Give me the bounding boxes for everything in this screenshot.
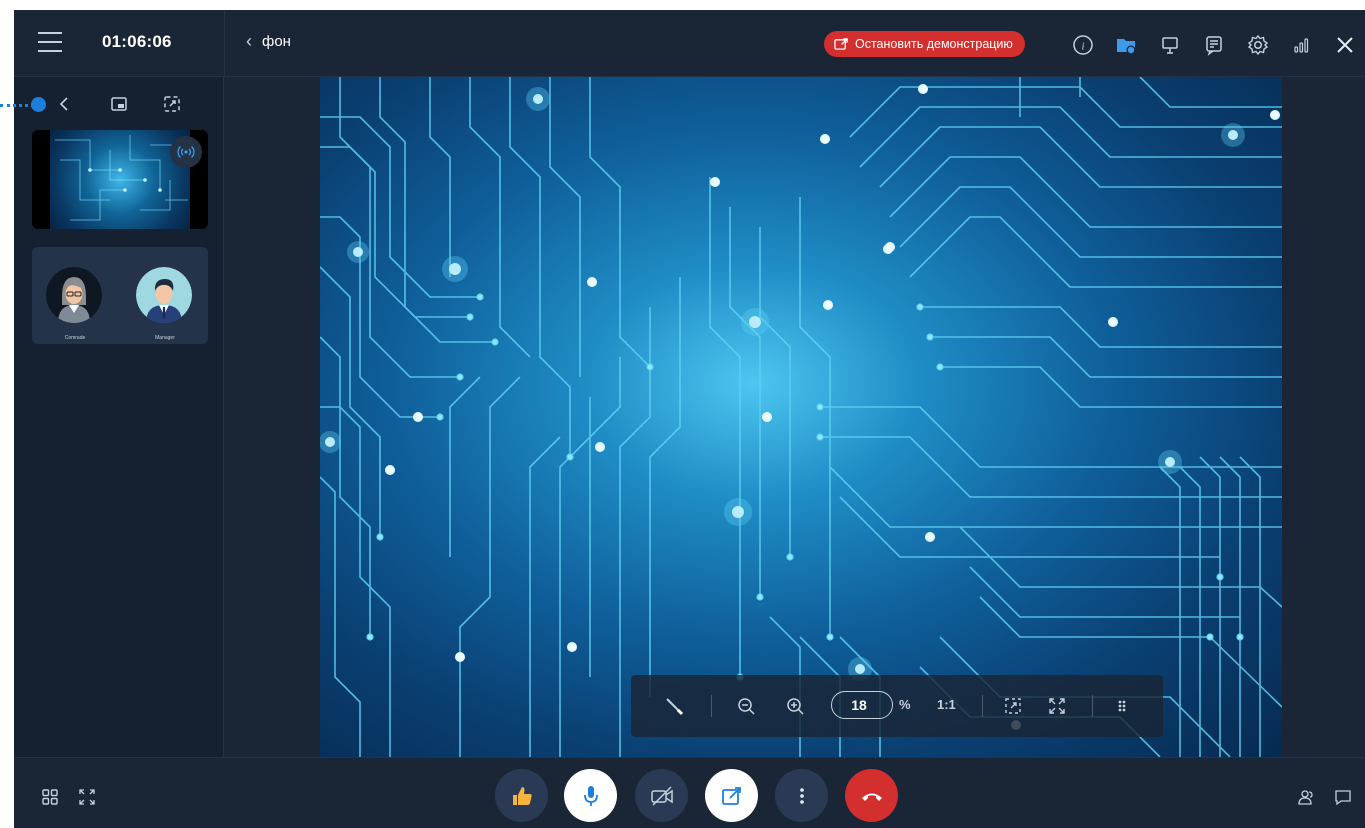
- fullscreen-icon[interactable]: [1044, 693, 1070, 719]
- gear-icon[interactable]: [1245, 32, 1271, 58]
- camera-off-icon[interactable]: [635, 769, 688, 822]
- bottom-bar: [14, 757, 1365, 828]
- presentation-title: фон: [262, 32, 291, 50]
- top-bar: 01:06:06 ‹ фон Остановить демонстрацию i: [14, 10, 1365, 77]
- folder-icon[interactable]: [1113, 32, 1139, 58]
- picture-in-picture-icon[interactable]: [108, 93, 130, 115]
- participants-icon[interactable]: [1295, 786, 1317, 808]
- main-stage: % 1:1: [224, 77, 1365, 757]
- chat-icon[interactable]: [1332, 786, 1354, 808]
- annotation-pointer: [0, 104, 34, 107]
- hamburger-icon[interactable]: [38, 32, 68, 56]
- fullscreen-icon[interactable]: [76, 786, 98, 808]
- drag-handle-icon[interactable]: [1109, 693, 1135, 719]
- back-button[interactable]: ‹ фон: [246, 32, 291, 50]
- divider: [711, 695, 712, 717]
- audio-broadcast-icon: [170, 136, 202, 168]
- laser-pointer-icon[interactable]: [661, 693, 687, 719]
- screen-preview: [50, 130, 190, 229]
- annotation-pointer-dot: [31, 97, 46, 112]
- participant-name: Manager: [155, 335, 175, 341]
- zoom-out-icon[interactable]: [733, 693, 759, 719]
- share-stop-icon: [834, 38, 848, 50]
- stop-demonstration-button[interactable]: Остановить демонстрацию: [824, 31, 1025, 57]
- participant-name: Comrade: [64, 335, 86, 341]
- zoom-percent-label: %: [899, 697, 911, 712]
- microphone-icon[interactable]: [564, 769, 617, 822]
- zoom-toolbar: % 1:1: [631, 675, 1163, 737]
- conference-app: 01:06:06 ‹ фон Остановить демонстрацию i: [14, 10, 1365, 828]
- info-icon[interactable]: i: [1070, 32, 1096, 58]
- signal-bars-icon[interactable]: [1289, 32, 1315, 58]
- participants-thumbnail[interactable]: Comrade Manager: [32, 247, 208, 344]
- shared-screen: [320, 77, 1282, 757]
- grid-layout-icon[interactable]: [39, 786, 61, 808]
- expand-icon[interactable]: [161, 93, 183, 115]
- collapse-panel-icon[interactable]: [54, 93, 76, 115]
- participants-panel: Comrade Manager: [14, 77, 224, 757]
- more-vertical-icon[interactable]: [775, 769, 828, 822]
- svg-text:i: i: [1081, 41, 1084, 53]
- divider: [1092, 695, 1093, 717]
- actual-size-button[interactable]: 1:1: [937, 697, 956, 712]
- hangup-icon[interactable]: [845, 769, 898, 822]
- close-icon[interactable]: [1332, 32, 1358, 58]
- screen-share-thumbnail[interactable]: [32, 130, 208, 229]
- zoom-value-input[interactable]: [831, 691, 893, 719]
- divider: [982, 695, 983, 717]
- stop-demonstration-label: Остановить демонстрацию: [855, 37, 1013, 51]
- divider: [224, 10, 225, 77]
- fit-screen-icon[interactable]: [1000, 693, 1026, 719]
- notes-icon[interactable]: [1201, 32, 1227, 58]
- circuit-board-image: [320, 77, 1282, 757]
- thumbs-up-icon[interactable]: [495, 769, 548, 822]
- chevron-left-icon: ‹: [246, 31, 252, 51]
- avatar: [46, 267, 102, 323]
- call-timer: 01:06:06: [102, 32, 172, 51]
- zoom-in-icon[interactable]: [782, 693, 808, 719]
- avatar: [136, 267, 192, 323]
- share-screen-icon[interactable]: [705, 769, 758, 822]
- whiteboard-icon[interactable]: [1157, 32, 1183, 58]
